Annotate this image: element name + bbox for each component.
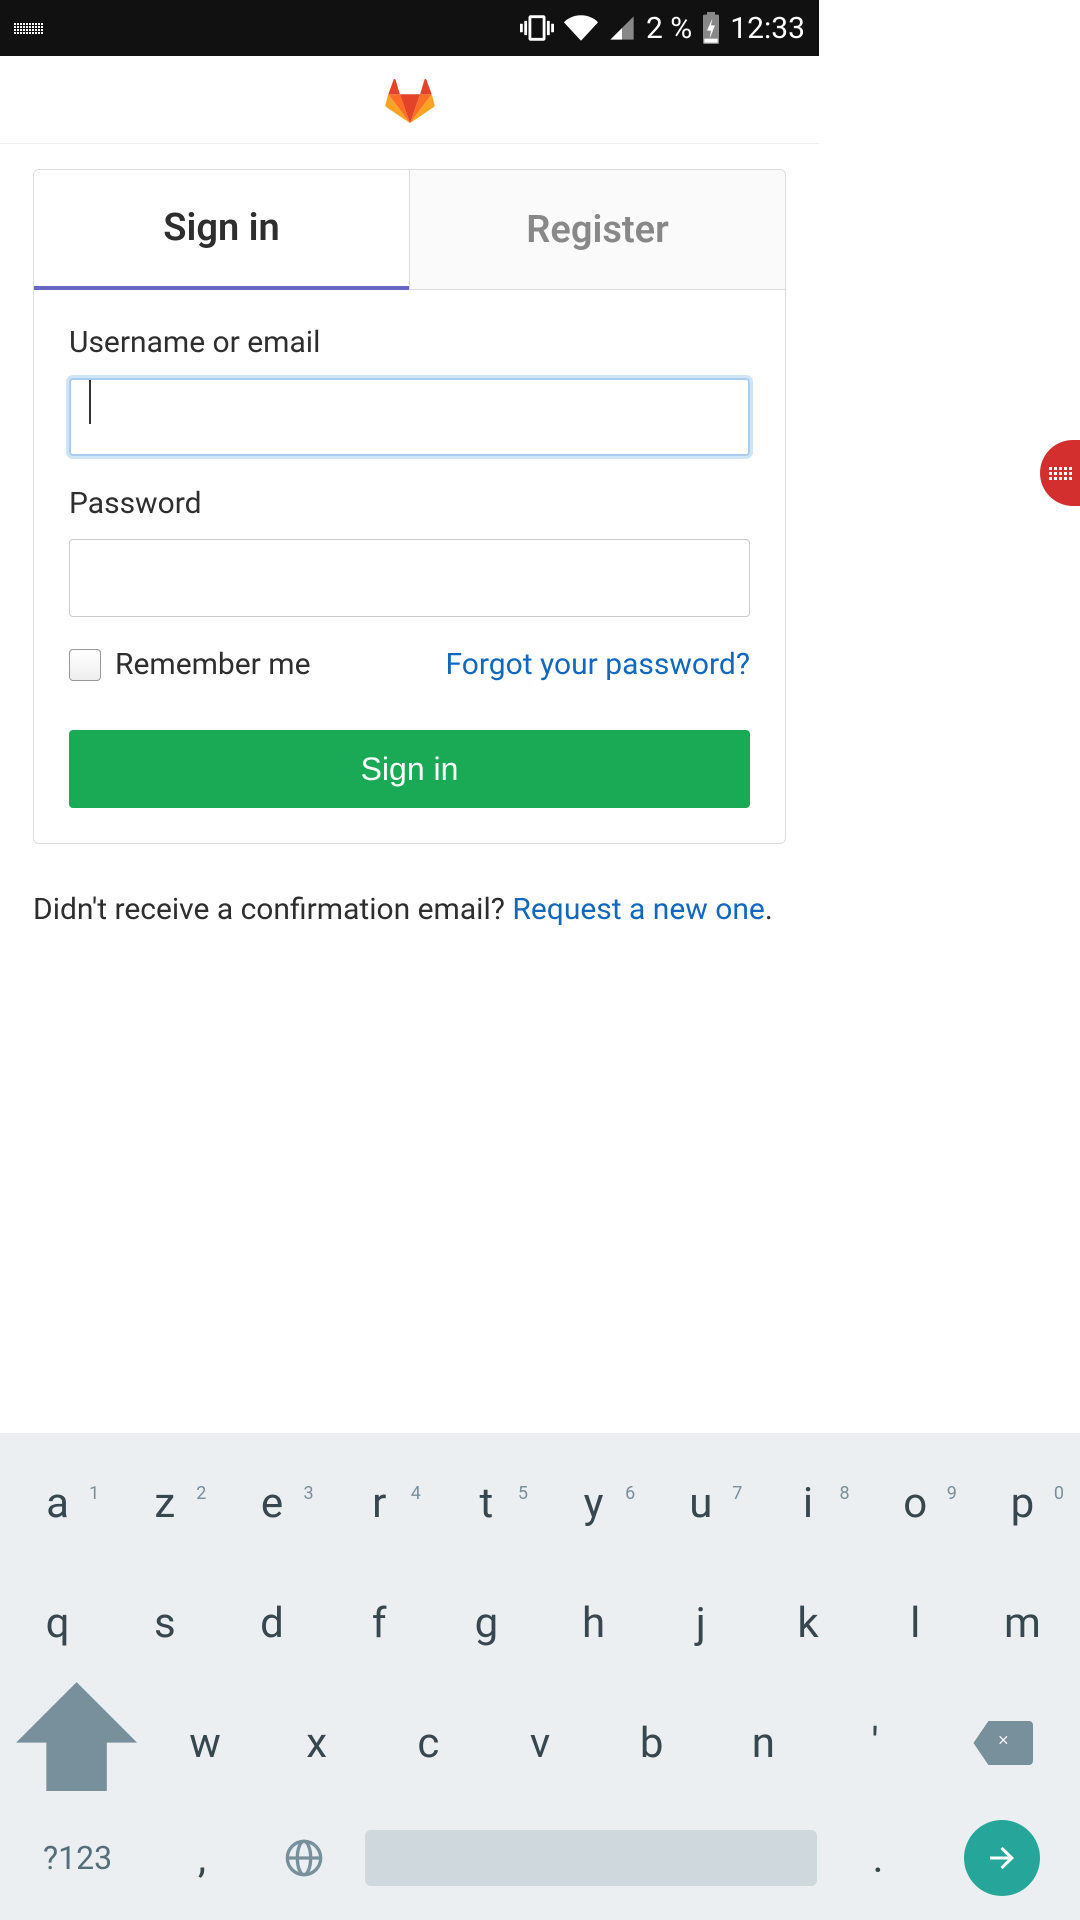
key-c[interactable]: c: [373, 1719, 485, 1768]
language-key[interactable]: [253, 1838, 355, 1878]
key-l[interactable]: l: [862, 1599, 969, 1648]
soft-keyboard: 1a2z3e4r5t6y7u8i9o0p qsdfghjklm wxcvbn' …: [0, 1433, 1080, 1920]
shift-icon: [4, 1670, 149, 1815]
key-d[interactable]: d: [218, 1599, 325, 1648]
key-r[interactable]: 4r: [326, 1479, 433, 1528]
key-a[interactable]: 1a: [4, 1479, 111, 1528]
key-m[interactable]: m: [969, 1599, 1076, 1648]
confirmation-text: Didn't receive a confirmation email? Req…: [33, 892, 786, 927]
backspace-icon: [973, 1721, 1033, 1765]
auth-card: Sign in Register Username or email Passw…: [33, 169, 786, 844]
vibrate-icon: [520, 11, 554, 45]
remember-me-checkbox[interactable]: [69, 649, 101, 681]
key-g[interactable]: g: [433, 1599, 540, 1648]
key-p[interactable]: 0p: [969, 1479, 1076, 1528]
shift-key[interactable]: [4, 1670, 149, 1815]
key-e[interactable]: 3e: [218, 1479, 325, 1528]
keyboard-indicator-icon: [14, 23, 43, 34]
keyboard-icon: [1049, 467, 1072, 480]
key-z[interactable]: 2z: [111, 1479, 218, 1528]
status-bar: 2 % 12:33: [0, 0, 819, 56]
key-y[interactable]: 6y: [540, 1479, 647, 1528]
battery-charging-icon: [702, 12, 720, 44]
wifi-icon: [564, 11, 598, 45]
key-w[interactable]: w: [149, 1719, 261, 1768]
period-key[interactable]: .: [827, 1834, 929, 1883]
backspace-key[interactable]: [931, 1721, 1076, 1765]
key-j[interactable]: j: [647, 1599, 754, 1648]
key-h[interactable]: h: [540, 1599, 647, 1648]
tab-register[interactable]: Register: [409, 170, 785, 290]
battery-percent: 2 %: [646, 11, 692, 46]
floating-keyboard-button[interactable]: [1040, 440, 1080, 506]
request-confirmation-link[interactable]: Request a new one: [512, 892, 764, 927]
arrow-right-icon: [984, 1840, 1020, 1876]
comma-key[interactable]: ,: [151, 1834, 253, 1883]
remember-me-label: Remember me: [115, 647, 311, 682]
app-header: [0, 56, 819, 144]
password-label: Password: [69, 486, 750, 521]
password-input[interactable]: [69, 539, 750, 617]
globe-icon: [284, 1838, 324, 1878]
key-n[interactable]: n: [708, 1719, 820, 1768]
gitlab-logo-icon: [382, 74, 438, 126]
username-input[interactable]: [69, 378, 750, 456]
signin-button[interactable]: Sign in: [69, 730, 750, 808]
key-s[interactable]: s: [111, 1599, 218, 1648]
key-u[interactable]: 7u: [647, 1479, 754, 1528]
tab-signin[interactable]: Sign in: [34, 170, 409, 290]
key-o[interactable]: 9o: [862, 1479, 969, 1528]
key-k[interactable]: k: [754, 1599, 861, 1648]
key-b[interactable]: b: [596, 1719, 708, 1768]
key-v[interactable]: v: [484, 1719, 596, 1768]
forgot-password-link[interactable]: Forgot your password?: [446, 647, 750, 682]
symbols-key[interactable]: ?123: [4, 1839, 151, 1877]
enter-key[interactable]: [929, 1820, 1076, 1896]
key-i[interactable]: 8i: [754, 1479, 861, 1528]
key-f[interactable]: f: [326, 1599, 433, 1648]
key-t[interactable]: 5t: [433, 1479, 540, 1528]
key-x[interactable]: x: [261, 1719, 373, 1768]
spacebar-key[interactable]: [365, 1830, 817, 1886]
key-apostrophe[interactable]: ': [819, 1719, 931, 1768]
signal-icon: [608, 14, 636, 42]
clock: 12:33: [730, 11, 805, 46]
username-label: Username or email: [69, 325, 750, 360]
key-q[interactable]: q: [4, 1599, 111, 1648]
